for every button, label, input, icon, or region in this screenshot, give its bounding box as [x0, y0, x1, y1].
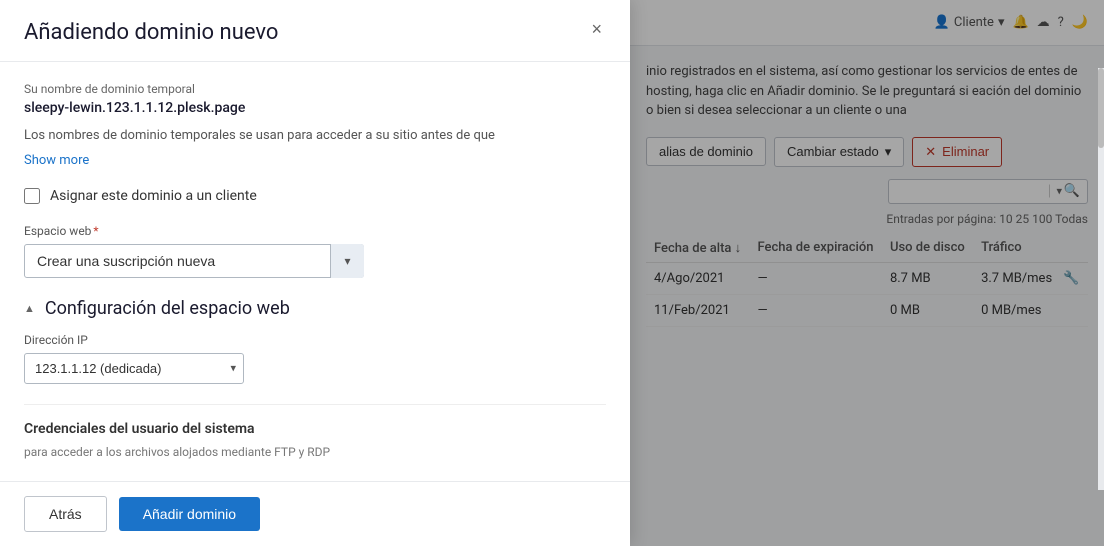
assign-client-checkbox[interactable]	[24, 188, 40, 204]
credentials-description: para acceder a los archivos alojados med…	[24, 443, 606, 461]
section-collapse-icon[interactable]: ▲	[24, 302, 35, 315]
web-space-select-wrapper: Crear una suscripción nueva ▾	[24, 244, 364, 278]
modal-body: Su nombre de dominio temporal sleepy-lew…	[0, 62, 630, 481]
web-space-label: Espacio web*	[24, 224, 606, 238]
scroll-thumb[interactable]	[1098, 68, 1104, 148]
ip-select[interactable]: 123.1.1.12 (dedicada)	[24, 353, 244, 384]
temp-domain-value: sleepy-lewin.123.1.1.12.plesk.page	[24, 100, 606, 116]
section-title: Configuración del espacio web	[45, 298, 290, 319]
section-header: ▲ Configuración del espacio web	[24, 298, 606, 319]
web-space-group: Espacio web* Crear una suscripción nueva…	[24, 224, 606, 278]
show-more-link[interactable]: Show more	[24, 153, 89, 168]
add-domain-modal: Añadiendo dominio nuevo × Su nombre de d…	[0, 0, 630, 546]
assign-client-label[interactable]: Asignar este dominio a un cliente	[50, 188, 257, 204]
web-space-select[interactable]: Crear una suscripción nueva	[24, 244, 364, 278]
back-button[interactable]: Atrás	[24, 496, 107, 532]
close-button[interactable]: ×	[587, 20, 606, 38]
ip-address-group: Dirección IP 123.1.1.12 (dedicada) ▾	[24, 333, 606, 384]
temp-domain-label: Su nombre de dominio temporal	[24, 82, 606, 96]
assign-client-row: Asignar este dominio a un cliente	[24, 188, 606, 204]
credentials-title: Credenciales del usuario del sistema	[24, 421, 606, 437]
modal-footer: Atrás Añadir dominio	[0, 481, 630, 546]
credentials-section: Credenciales del usuario del sistema par…	[24, 404, 606, 461]
temp-domain-description: Los nombres de dominio temporales se usa…	[24, 126, 606, 146]
web-space-config-section: ▲ Configuración del espacio web Direcció…	[24, 298, 606, 384]
add-domain-button[interactable]: Añadir dominio	[119, 497, 260, 531]
ip-label: Dirección IP	[24, 333, 606, 347]
ip-select-wrapper: 123.1.1.12 (dedicada) ▾	[24, 353, 244, 384]
modal-header: Añadiendo dominio nuevo ×	[0, 0, 630, 62]
modal-overlay	[630, 0, 1104, 546]
modal-title: Añadiendo dominio nuevo	[24, 20, 278, 45]
temp-domain-section: Su nombre de dominio temporal sleepy-lew…	[24, 82, 606, 168]
modal-scrollbar	[1098, 68, 1104, 490]
required-marker: *	[93, 224, 98, 238]
